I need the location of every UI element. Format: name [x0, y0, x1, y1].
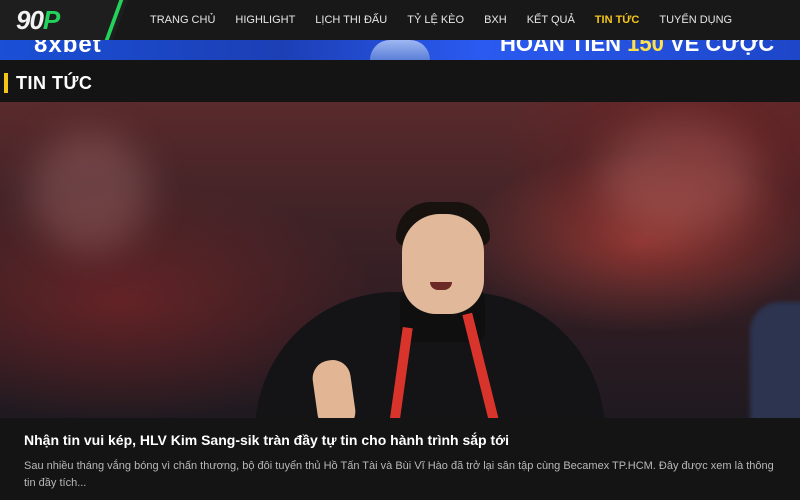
nav-item-highlight[interactable]: HIGHLIGHT [235, 14, 295, 26]
nav-item-recruitment[interactable]: TUYỂN DỤNG [659, 14, 732, 26]
nav-item-results[interactable]: KẾT QUẢ [527, 14, 575, 26]
nav-item-odds[interactable]: TỶ LỆ KÈO [407, 14, 464, 26]
site-logo[interactable]: 90P [16, 5, 60, 36]
coach-face [402, 214, 484, 314]
banner-promo-highlight: 150 [627, 40, 664, 56]
logo-accent: P [42, 5, 60, 35]
section-title: TIN TỨC [16, 73, 93, 93]
banner-player-image [370, 40, 430, 60]
article-hero-image[interactable] [0, 102, 800, 418]
background-light [30, 132, 150, 252]
nav-item-schedule[interactable]: LỊCH THI ĐẤU [315, 14, 387, 26]
nav-item-home[interactable]: TRANG CHỦ [150, 14, 215, 26]
banner-promo-prefix: HOÀN TIỀN [500, 40, 621, 56]
banner-promo-suffix: VỀ CƯỢC [669, 40, 775, 56]
background-light [600, 122, 760, 232]
article-excerpt: Sau nhiều tháng vắng bóng vì chấn thương… [24, 460, 774, 489]
article-title[interactable]: Nhận tin vui kép, HLV Kim Sang-sik tràn … [24, 432, 784, 448]
banner-promo: HOÀN TIỀN 150 VỀ CƯỢC [500, 40, 774, 57]
main-nav: TRANG CHỦ HIGHLIGHT LỊCH THI ĐẤU TỶ LỆ K… [140, 0, 742, 40]
ad-banner[interactable]: 8xbet HOÀN TIỀN 150 VỀ CƯỢC [0, 40, 800, 60]
banner-brand: 8xbet [34, 40, 102, 58]
background-person [750, 302, 800, 418]
site-header: 90P TRANG CHỦ HIGHLIGHT LỊCH THI ĐẤU TỶ … [0, 0, 800, 40]
section-heading: TIN TỨC [0, 66, 800, 100]
logo-text: 90 [16, 5, 44, 35]
nav-item-news[interactable]: TIN TỨC [595, 14, 640, 26]
section-accent-bar [4, 73, 8, 93]
nav-item-standings[interactable]: BXH [484, 14, 507, 26]
